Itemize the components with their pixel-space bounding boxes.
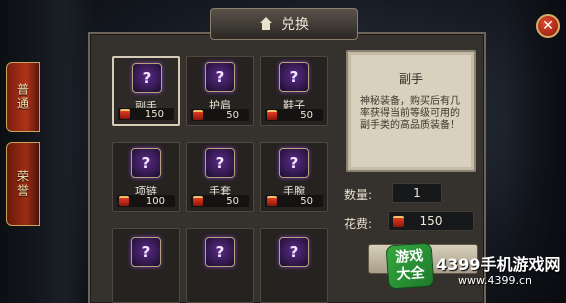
item-price: 50 — [265, 195, 323, 207]
item-card-gloves[interactable]: ? 手套 50 — [186, 142, 254, 212]
item-price-value: 50 — [226, 109, 239, 121]
red-crystal-currency-icon — [119, 196, 129, 206]
item-card-necklace[interactable]: ? 项链 100 — [112, 142, 180, 212]
red-crystal-currency-icon — [193, 110, 203, 120]
red-crystal-currency-icon — [267, 110, 277, 120]
detail-description: 神秘装备，购买后有几率获得当前等级可用的副手类的高品质装备！ — [360, 96, 460, 131]
item-card-offhand[interactable]: ? 副手 150 — [112, 56, 180, 126]
cost-label: 花费: — [344, 217, 373, 231]
item-price-value: 100 — [145, 195, 165, 207]
watermark-logo-line2: 大全 — [396, 265, 426, 283]
home-icon[interactable] — [259, 17, 273, 31]
page-title: 兑换 — [281, 17, 309, 33]
item-price-value: 150 — [144, 108, 164, 120]
mystery-equipment-icon: ? — [279, 237, 309, 267]
mystery-equipment-icon: ? — [279, 148, 309, 178]
item-card[interactable]: ? — [260, 228, 328, 303]
red-crystal-currency-icon — [267, 196, 277, 206]
watermark-title: 4399手机游戏网 — [436, 255, 561, 274]
watermark-url: www.4399.cn — [458, 274, 532, 287]
tab-honor[interactable]: 荣誉 — [6, 142, 40, 226]
tab-honor-label: 荣誉 — [15, 170, 30, 198]
close-icon: ✕ — [542, 18, 554, 34]
close-button[interactable]: ✕ — [536, 14, 560, 38]
mystery-equipment-icon: ? — [131, 237, 161, 267]
item-price-value: 50 — [226, 195, 239, 207]
quantity-label: 数量: — [344, 188, 373, 202]
item-card[interactable]: ? — [112, 228, 180, 303]
item-card[interactable]: ? — [186, 228, 254, 303]
item-card-shoulder[interactable]: ? 护肩 50 — [186, 56, 254, 126]
item-price: 100 — [117, 195, 175, 207]
mystery-equipment-icon: ? — [205, 237, 235, 267]
mystery-equipment-icon: ? — [205, 62, 235, 92]
item-card-wrist[interactable]: ? 手腕 50 — [260, 142, 328, 212]
item-detail-card: 副手 神秘装备，购买后有几率获得当前等级可用的副手类的高品质装备！ — [346, 50, 476, 172]
cost-value: 150 — [419, 214, 443, 228]
quantity-input[interactable]: 1 — [392, 183, 442, 203]
item-price: 150 — [118, 108, 174, 120]
quantity-value: 1 — [413, 186, 421, 200]
mystery-equipment-icon: ? — [279, 62, 309, 92]
item-price-value: 50 — [300, 109, 313, 121]
item-price: 50 — [191, 195, 249, 207]
tab-normal[interactable]: 普通 — [6, 62, 40, 132]
tab-normal-label: 普通 — [15, 83, 30, 111]
red-crystal-currency-icon — [393, 216, 404, 227]
mystery-equipment-icon: ? — [131, 148, 161, 178]
red-crystal-currency-icon — [193, 196, 203, 206]
watermark-logo-line1: 游戏 — [394, 248, 424, 266]
watermark-logo: 游戏 大全 — [385, 242, 435, 290]
mystery-equipment-icon: ? — [205, 148, 235, 178]
item-price-value: 50 — [300, 195, 313, 207]
title-plate: 兑换 — [210, 8, 358, 40]
cost-field: 150 — [388, 211, 474, 231]
item-price: 50 — [265, 109, 323, 121]
detail-title: 副手 — [398, 72, 423, 86]
mystery-equipment-icon: ? — [132, 63, 162, 93]
item-price: 50 — [191, 109, 249, 121]
item-card-shoes[interactable]: ? 鞋子 50 — [260, 56, 328, 126]
red-crystal-currency-icon — [120, 109, 130, 119]
